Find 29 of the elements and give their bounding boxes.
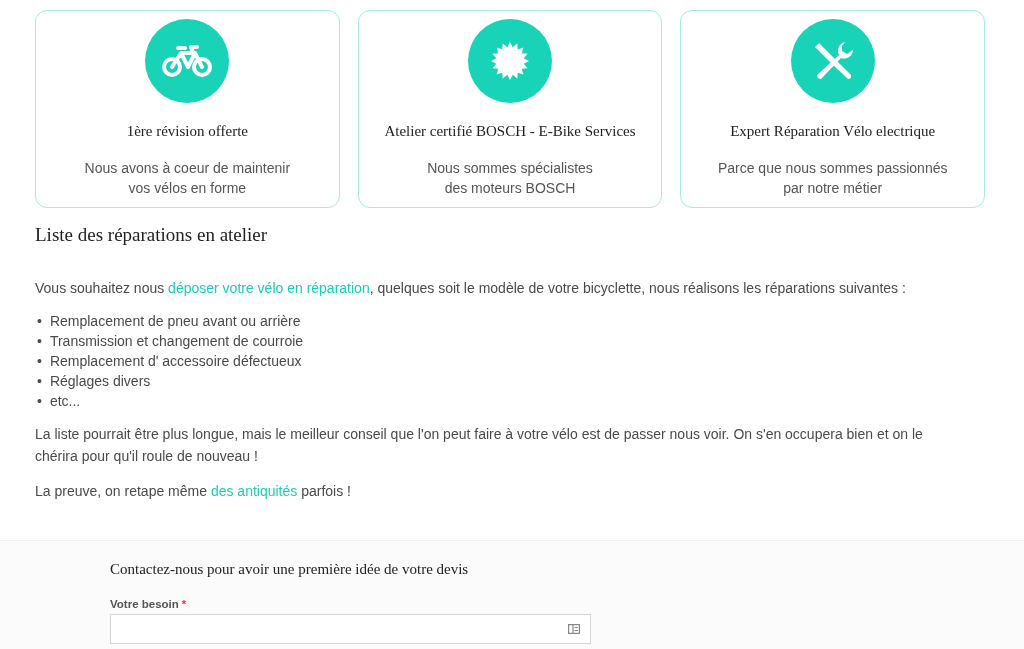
- feature-description: Nous avons à coeur de maintenir vos vélos en forme: [84, 159, 291, 198]
- feature-title: Atelier certifié BOSCH - E-Bike Services: [384, 123, 636, 140]
- list-bullet: •: [37, 332, 42, 351]
- feature-title: Expert Réparation Vélo electrique: [730, 123, 936, 140]
- antiques-link[interactable]: des antiquités: [210, 483, 298, 499]
- repair-item: Remplacement de pneu avant ou arrière: [49, 312, 301, 331]
- list-bullet: •: [37, 312, 42, 331]
- repair-item: Transmission et changement de courroie: [49, 332, 304, 351]
- list-bullet: •: [37, 372, 42, 391]
- advice-paragraph: La liste pourrait être plus longue, mais le meilleur conseil que l'on peut faire à votre vélo est de passer nous voir. On s'en occupera bien et on le chérira pour qu'il roule de nouveau !: [35, 425, 924, 466]
- list-bullet: •: [37, 392, 42, 411]
- field-label: Votre besoin: [110, 598, 179, 610]
- badge-icon: [490, 41, 530, 81]
- input-field[interactable]: [110, 614, 591, 644]
- list-bullet: •: [37, 352, 42, 371]
- intro-paragraph: Vous souhaitez nous déposer votre vélo en réparation, quelques soit le modèle de votre bicyclette, nous réalisons les réparations suivantes :: [35, 279, 907, 298]
- contact-title: Contactez-nous pour avoir une première idée de votre devis: [110, 561, 470, 578]
- proof-paragraph: La preuve, on retape même des antiquités parfois !: [35, 482, 352, 501]
- repair-link[interactable]: déposer votre vélo en réparation: [168, 280, 370, 296]
- repair-item: Réglages divers: [49, 372, 151, 391]
- feature-description: Parce que nous sommes passionnés par notre métier: [717, 159, 948, 198]
- feature-title: 1ère révision offerte: [126, 123, 248, 140]
- required-mark: *: [181, 598, 187, 610]
- section-heading: Liste des réparations en atelier: [35, 224, 269, 246]
- repair-item: Remplacement d' accessoire défectueux: [49, 352, 302, 371]
- repair-item: etc...: [49, 392, 81, 411]
- bicycle-icon: [161, 44, 214, 78]
- list-icon: [568, 624, 580, 634]
- feature-description: Nous sommes spécialistes des moteurs BOSCH: [427, 159, 593, 198]
